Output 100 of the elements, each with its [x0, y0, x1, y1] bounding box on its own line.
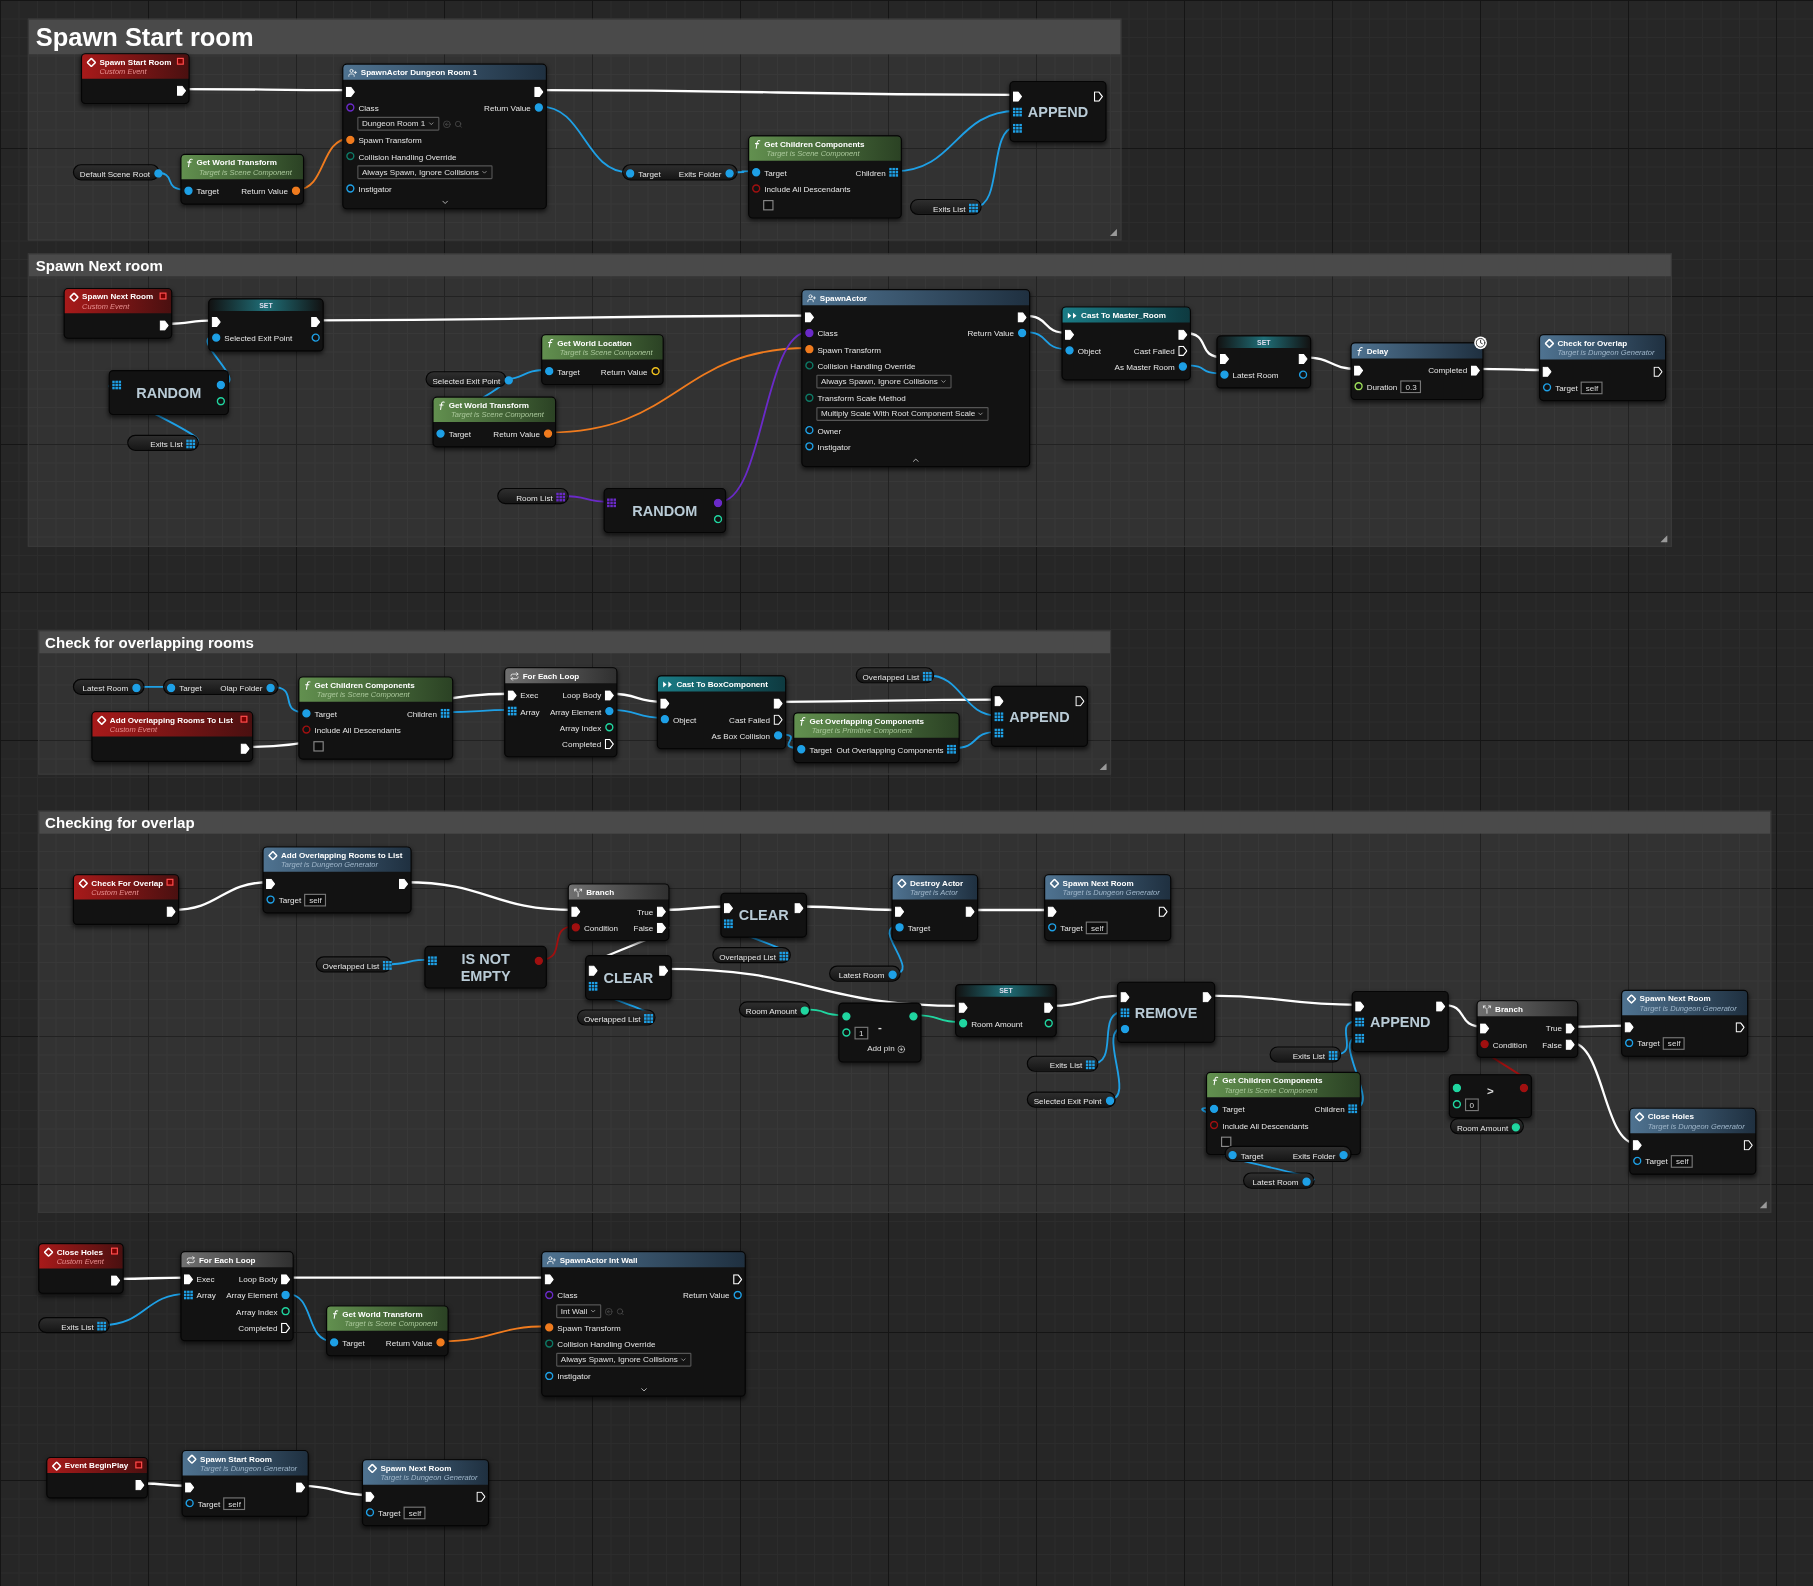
node-title: Spawn Next Room: [1639, 993, 1711, 1004]
node-title: Branch: [1495, 1003, 1523, 1015]
dropdown[interactable]: Int Wall: [556, 1304, 602, 1319]
pin-label: Return Value: [600, 367, 648, 376]
pin-label: Target: [809, 745, 832, 754]
pin-label: Olap Folder: [220, 683, 263, 692]
pin-label: Completed: [562, 739, 602, 748]
pin-label: Target: [448, 429, 472, 438]
add-pin-label[interactable]: Add pin: [867, 1042, 895, 1055]
node-title: SpawnActor: [819, 292, 867, 303]
value-field[interactable]: self: [1086, 920, 1109, 934]
dropdown[interactable]: Dungeon Room 1: [357, 116, 440, 131]
pin-label: Loop Body: [562, 690, 602, 699]
pin-label: Target: [1555, 383, 1578, 392]
pin-label: Spawn Transform: [358, 135, 422, 144]
node-title: Close Holes: [56, 1246, 103, 1257]
comment-title[interactable]: Check for overlapping rooms: [39, 631, 1110, 654]
dropdown[interactable]: Always Spawn, Ignore Collisions: [816, 374, 952, 389]
pin-label: Latest Room: [838, 970, 885, 979]
value-field[interactable]: self: [223, 1496, 246, 1510]
pin-label: Target: [342, 1338, 365, 1347]
pin-label: Return Value: [385, 1338, 433, 1347]
pin-label: Exits List: [933, 204, 966, 213]
value-field[interactable]: 1: [854, 1026, 869, 1039]
pin-label: Return Value: [493, 429, 540, 438]
pin-label: Owner: [817, 426, 842, 435]
pin-label: Spawn Transform: [557, 1323, 621, 1332]
node-title: Get Children Components: [1222, 1075, 1323, 1086]
node-title: Spawn Next Room: [1062, 877, 1134, 888]
pin-label: Loop Body: [238, 1274, 278, 1283]
pin-label: Selected Exit Point: [1033, 1096, 1102, 1105]
node-title: For Each Loop: [522, 670, 580, 682]
value-field[interactable]: self: [1581, 381, 1603, 394]
macro-title: RANDOM: [135, 384, 203, 401]
pin-label: Duration: [1366, 382, 1398, 391]
pin-label: Target: [764, 168, 787, 177]
node-title: SpawnActor Dungeon Room 1: [360, 67, 478, 78]
pin-label: Transform Scale Method: [817, 393, 906, 402]
pin-label: Return Value: [241, 186, 288, 195]
pin-label: Return Value: [682, 1290, 730, 1300]
pin-label: Collision Handling Override: [358, 152, 457, 161]
macro-title: REMOVE: [1133, 1004, 1199, 1021]
pin-label: True: [636, 907, 654, 916]
pin-label: Room Amount: [1456, 1123, 1509, 1132]
node-title: Delay: [1366, 345, 1389, 357]
pin-label: Instigator: [557, 1371, 591, 1380]
pin-label: Target: [557, 367, 580, 376]
value-field[interactable]: 0.3: [1400, 379, 1422, 393]
value-field[interactable]: self: [1663, 1036, 1686, 1050]
pin-label: Target: [197, 1499, 221, 1508]
pin-label: Room Amount: [971, 1019, 1023, 1028]
pin-label: As Master Room: [1114, 362, 1175, 371]
pin-label: Exec: [520, 690, 539, 699]
value-field[interactable]: self: [1671, 1154, 1694, 1168]
pin-label: Target: [1222, 1104, 1245, 1113]
pin-label: Include All Descendants: [764, 184, 851, 193]
pin-label: Exits Folder: [1292, 1151, 1336, 1160]
node-title: Close Holes: [1647, 1111, 1694, 1122]
pin-label: Class: [817, 328, 838, 338]
node-title: Cast To BoxComponent: [676, 678, 768, 690]
pin-label: Target: [196, 186, 220, 195]
pin-label: Collision Handling Override: [557, 1339, 656, 1348]
pin-label: True: [1545, 1023, 1563, 1032]
comment-title[interactable]: Spawn Start room: [28, 19, 1121, 55]
pin-label: Selected Exit Point: [432, 376, 501, 385]
pin-label: Target: [278, 895, 302, 904]
node-title: Get Overlapping Components: [809, 715, 925, 727]
pin-label: Exits List: [61, 1322, 94, 1331]
node-title: For Each Loop: [198, 1254, 256, 1265]
value-field[interactable]: 0: [1464, 1097, 1479, 1111]
value-field[interactable]: self: [304, 893, 327, 906]
pin-label: Latest Room: [1252, 1177, 1299, 1186]
pin-label: Exits Folder: [678, 169, 722, 178]
dropdown[interactable]: Always Spawn, Ignore Collisions: [556, 1352, 692, 1367]
pin-label: Out Overlapping Components: [836, 745, 944, 754]
pin-label: As Box Collision: [711, 731, 771, 740]
pin-label: Exec: [196, 1274, 215, 1283]
operator-symbol: >: [1487, 1083, 1494, 1100]
node-title: Get World Transform: [196, 157, 277, 168]
pin-label: Spawn Transform: [817, 345, 881, 354]
node-title: SpawnActor Int Wall: [559, 1254, 638, 1265]
value-field[interactable]: self: [404, 1506, 426, 1519]
comment-title[interactable]: Spawn Next room: [28, 254, 1671, 277]
node-title: Destroy Actor: [909, 877, 964, 888]
dropdown[interactable]: Always Spawn, Ignore Collisions: [357, 165, 493, 180]
node-title: Get World Transform: [448, 400, 529, 411]
pin-label: Target: [378, 1508, 401, 1517]
pin-label: Target: [1240, 1151, 1264, 1160]
pin-label: Overlapped List: [583, 1014, 641, 1023]
pin-label: Condition: [583, 923, 619, 932]
macro-title: APPEND: [1008, 708, 1071, 725]
comment-title[interactable]: Checking for overlap: [39, 811, 1771, 834]
node-title: Spawn Next Room: [380, 1462, 452, 1474]
pin-label: Array: [520, 707, 540, 716]
dropdown[interactable]: Multiply Scale With Root Component Scale: [816, 407, 990, 421]
node-title: Spawn Next Room: [82, 291, 154, 302]
pin-label: Default Scene Root: [79, 169, 150, 178]
pin-label: Instigator: [358, 184, 392, 193]
node-title: Spawn Start Room: [99, 56, 172, 68]
pin-label: False: [1542, 1040, 1563, 1049]
